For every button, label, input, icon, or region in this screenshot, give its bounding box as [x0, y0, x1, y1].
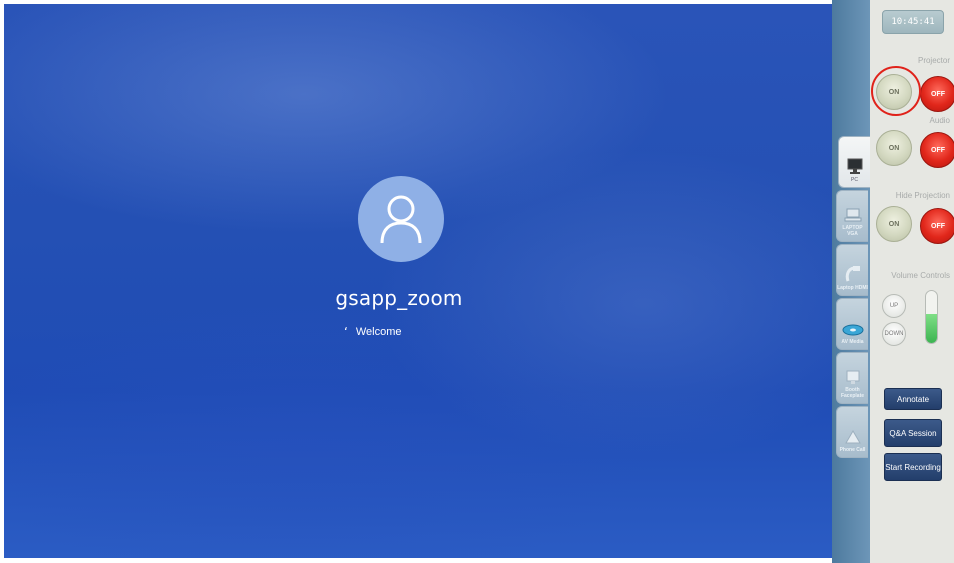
audio-label: Audio: [929, 116, 950, 125]
projector-off-button[interactable]: OFF: [920, 76, 954, 112]
phone-icon: [844, 430, 861, 444]
disc-icon: [842, 324, 863, 336]
screen-bottom-edge: [0, 558, 832, 563]
welcome-text: Welcome: [355, 326, 402, 338]
windows-login-screen: gsapp_zoom ‘ Welcome: [4, 4, 832, 558]
faceplate-icon: [846, 370, 859, 384]
volume-controls-label: Volume Controls: [891, 271, 950, 280]
audio-off-button[interactable]: OFF: [920, 132, 954, 168]
source-tabs: PC LAPTOP VGA Laptop HDMI AV Media Booth…: [832, 0, 870, 563]
volume-up-button[interactable]: UP: [882, 294, 906, 318]
source-tab-laptop-hdmi[interactable]: Laptop HDMI: [836, 244, 868, 296]
source-tab-label: Booth Faceplate: [840, 387, 865, 399]
source-tab-label: Phone Call: [839, 447, 866, 453]
source-tab-av-media[interactable]: AV Media: [836, 298, 868, 350]
volume-down-button[interactable]: DOWN: [882, 322, 906, 346]
source-tab-label: PC: [851, 177, 858, 183]
volume-level-fill: [926, 314, 937, 343]
source-tab-label: AV Media: [841, 339, 864, 345]
projector-label: Projector: [917, 56, 950, 65]
source-tab-phone-call[interactable]: Phone Call: [836, 406, 868, 458]
source-tab-pc[interactable]: PC: [838, 136, 870, 188]
hide-projection-off-button[interactable]: OFF: [920, 208, 954, 244]
login-username: gsapp_zoom: [335, 286, 463, 310]
user-avatar[interactable]: [358, 176, 444, 262]
start-recording-button[interactable]: Start Recording: [884, 453, 942, 481]
qa-session-button[interactable]: Q&A Session: [884, 419, 942, 447]
source-tab-label: Laptop HDMI: [837, 285, 868, 291]
user-silhouette-icon: [380, 195, 422, 244]
source-tab-laptop-vga[interactable]: LAPTOP VGA: [836, 190, 868, 242]
laptop-icon: [844, 208, 861, 222]
hdmi-cable-icon: [845, 266, 860, 282]
volume-level-meter: [925, 290, 938, 344]
monitor-icon: [847, 158, 862, 174]
source-tab-label: LAPTOP VGA: [842, 225, 863, 237]
source-tab-booth-faceplate[interactable]: Booth Faceplate: [836, 352, 868, 404]
hide-projection-label: Hide Projection: [895, 191, 950, 200]
loading-spinner-icon: ‘: [344, 325, 348, 339]
annotate-button[interactable]: Annotate: [884, 388, 942, 410]
audio-on-button[interactable]: ON: [876, 130, 912, 166]
login-status: ‘ Welcome: [344, 322, 464, 342]
clock-display: 10:45:41: [882, 10, 944, 34]
projector-on-highlight-ring: [871, 66, 921, 116]
hide-projection-on-button[interactable]: ON: [876, 206, 912, 242]
